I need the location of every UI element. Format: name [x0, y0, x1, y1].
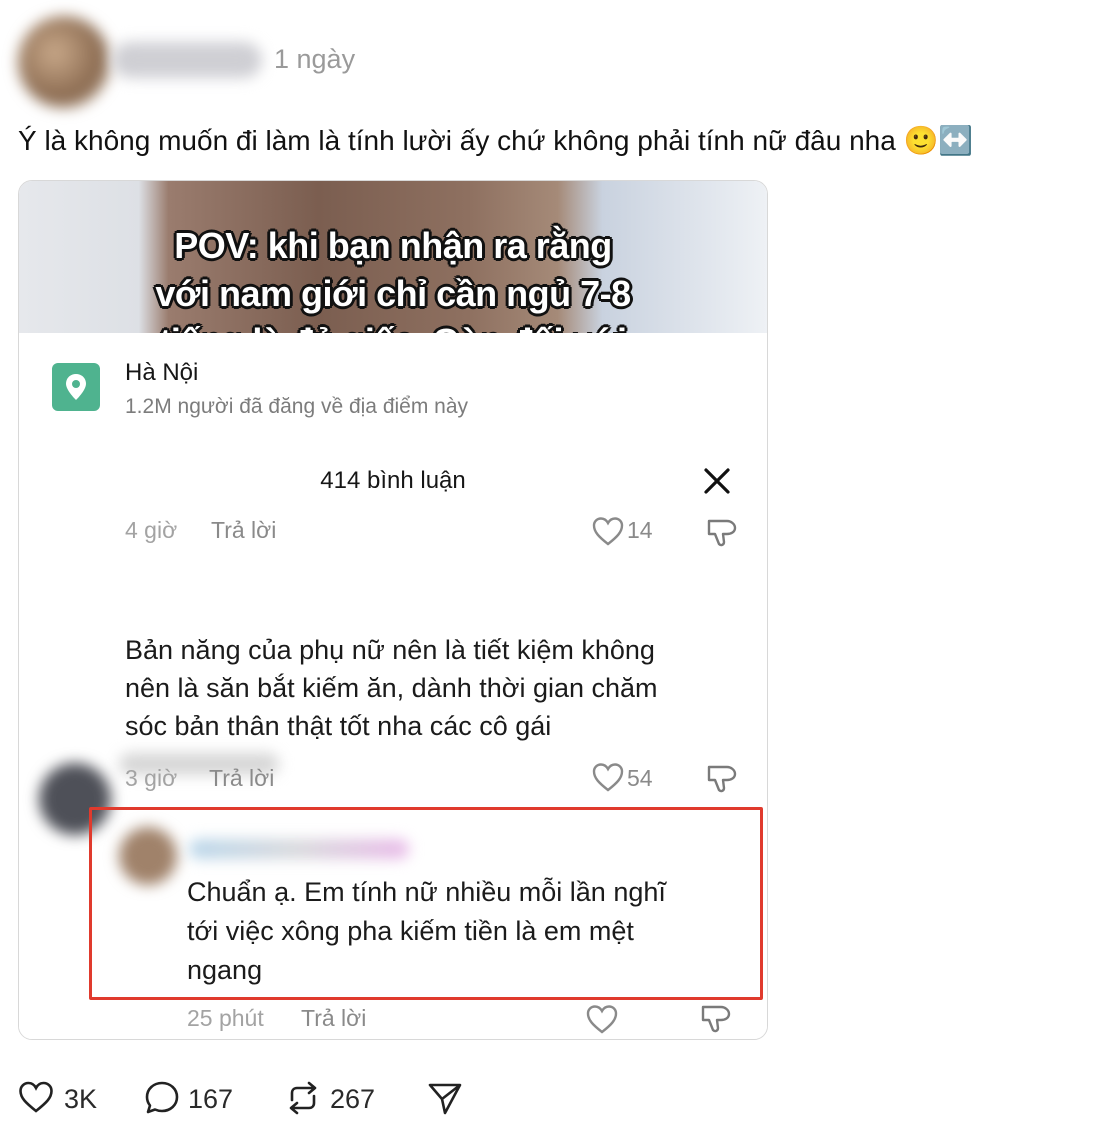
comment-button[interactable] [144, 1080, 180, 1121]
reply-button[interactable]: Trả lời [301, 1005, 366, 1032]
location-subtitle: 1.2M người đã đăng về địa điểm này [125, 395, 469, 418]
like-count: 54 [627, 765, 653, 791]
comment-count: 414 bình luận [320, 467, 466, 494]
comment-text-line: ngang [187, 955, 263, 985]
repost-count: 267 [330, 1084, 376, 1114]
location-name[interactable]: Hà Nội [125, 359, 198, 387]
comment-text-line: tới việc xông pha kiếm tiền là em mệt [187, 916, 634, 946]
close-icon[interactable] [701, 465, 733, 502]
share-button[interactable] [426, 1080, 464, 1121]
post-time: 1 ngày [274, 44, 356, 74]
reply-button[interactable]: Trả lời [211, 517, 276, 544]
avatar[interactable] [18, 16, 110, 108]
post-text: Ý là không muốn đi làm là tính lười ấy c… [18, 125, 974, 156]
commenter-name[interactable] [189, 839, 409, 859]
like-button[interactable] [18, 1080, 54, 1119]
comment-count: 167 [188, 1084, 234, 1114]
like-count: 14 [627, 517, 653, 543]
heart-icon[interactable] [591, 515, 625, 552]
attached-screenshot[interactable]: POV: khi bạn nhận ra rằng với nam giới c… [18, 180, 768, 1040]
dislike-icon[interactable] [699, 1001, 733, 1039]
commenter-avatar[interactable] [119, 827, 177, 885]
comment-text-line: sóc bản thân thật tốt nha các cô gái [125, 711, 552, 741]
like-count: 3K [64, 1084, 98, 1114]
video-caption-line: với nam giới chỉ cần ngủ 7-8 [155, 273, 631, 314]
location-pin-icon [52, 363, 100, 411]
reply-button[interactable]: Trả lời [209, 765, 274, 792]
heart-icon[interactable] [585, 1003, 619, 1039]
comment-text-line: Bản năng của phụ nữ nên là tiết kiệm khô… [125, 635, 655, 665]
comment-time: 4 giờ [125, 517, 178, 543]
username[interactable] [112, 42, 262, 78]
comment-text-line: Chuẩn ạ. Em tính nữ nhiều mỗi lần nghĩ [187, 877, 666, 907]
comment-text-line: nên là săn bắt kiếm ăn, dành thời gian c… [125, 673, 658, 703]
comment-time: 3 giờ [125, 765, 178, 791]
dislike-icon[interactable] [705, 515, 739, 554]
video-caption-line: POV: khi bạn nhận ra rằng [174, 225, 612, 266]
comment-time: 25 phút [187, 1005, 264, 1031]
video-thumbnail: POV: khi bạn nhận ra rằng với nam giới c… [19, 181, 767, 362]
heart-icon[interactable] [591, 761, 625, 798]
dislike-icon[interactable] [705, 761, 739, 800]
repost-button[interactable] [284, 1080, 322, 1121]
